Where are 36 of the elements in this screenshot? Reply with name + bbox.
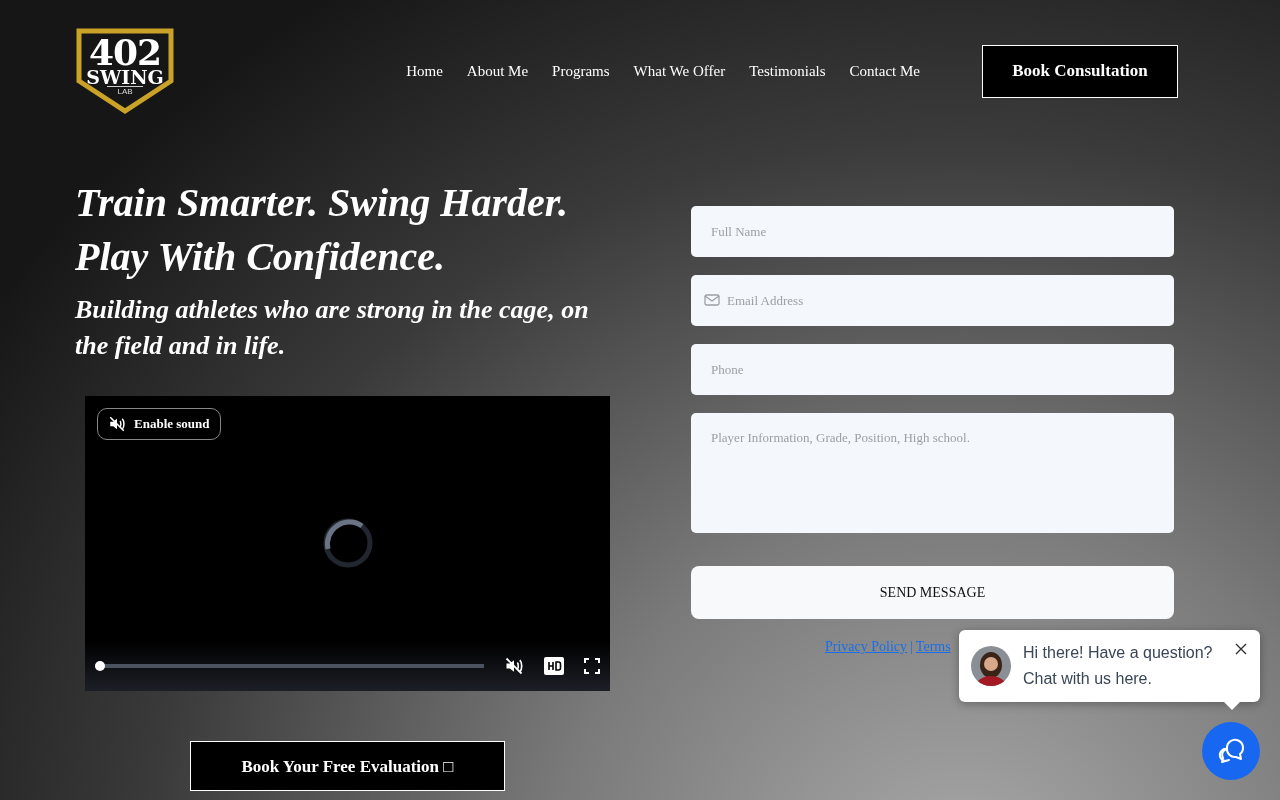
loading-spinner-icon — [322, 517, 374, 569]
video-player[interactable]: Enable sound — [85, 396, 610, 691]
progress-thumb[interactable] — [95, 661, 105, 671]
book-evaluation-button[interactable]: Book Your Free Evaluation □ — [190, 741, 505, 791]
chat-bubbles-icon — [1216, 736, 1246, 766]
home-plate-icon — [76, 28, 174, 114]
fullscreen-icon[interactable] — [584, 658, 600, 674]
headline: Train Smarter. Swing Harder. Play With Confidence. — [75, 179, 570, 281]
email-field[interactable]: Email Address — [691, 275, 1174, 326]
subheadline: Building athletes who are strong in the cage, on the field and in life. — [75, 294, 590, 362]
nav-link[interactable]: Testimonials — [749, 62, 826, 80]
link-separator: | — [910, 639, 913, 655]
book-consultation-button[interactable]: Book Consultation — [982, 44, 1178, 98]
text-field[interactable]: Phone — [691, 344, 1174, 395]
avatar-icon — [971, 646, 1011, 686]
nav-link[interactable]: Home — [406, 62, 443, 80]
hd-icon[interactable] — [544, 657, 564, 675]
nav-link[interactable]: About Me — [466, 62, 529, 80]
nav-link[interactable]: What We Offer — [633, 62, 726, 80]
logo[interactable]: 402 SWING LAB — [76, 28, 174, 114]
text-field[interactable]: Full Name — [691, 206, 1174, 257]
logo-subtitle: LAB — [107, 86, 143, 97]
nav-link[interactable]: Programs — [552, 62, 610, 80]
chat-button[interactable] — [1202, 722, 1260, 780]
logo-wordmark: SWING — [86, 68, 164, 86]
send-message-button[interactable]: SEND MESSAGE — [691, 566, 1174, 619]
chat-message: Hi there! Have a question? Chat with us here. — [1023, 643, 1214, 689]
logo-number: 402 — [88, 36, 162, 68]
enable-sound-button[interactable]: Enable sound — [97, 408, 221, 440]
muted-speaker-icon — [108, 415, 126, 433]
progress-track[interactable] — [95, 661, 484, 671]
close-button[interactable] — [1234, 642, 1248, 656]
mute-icon — [504, 656, 524, 676]
mail-icon — [704, 294, 720, 306]
message-field[interactable]: Player Information, Grade, Position, High school. — [691, 413, 1174, 533]
nav-link[interactable]: Contact Me — [849, 62, 920, 80]
